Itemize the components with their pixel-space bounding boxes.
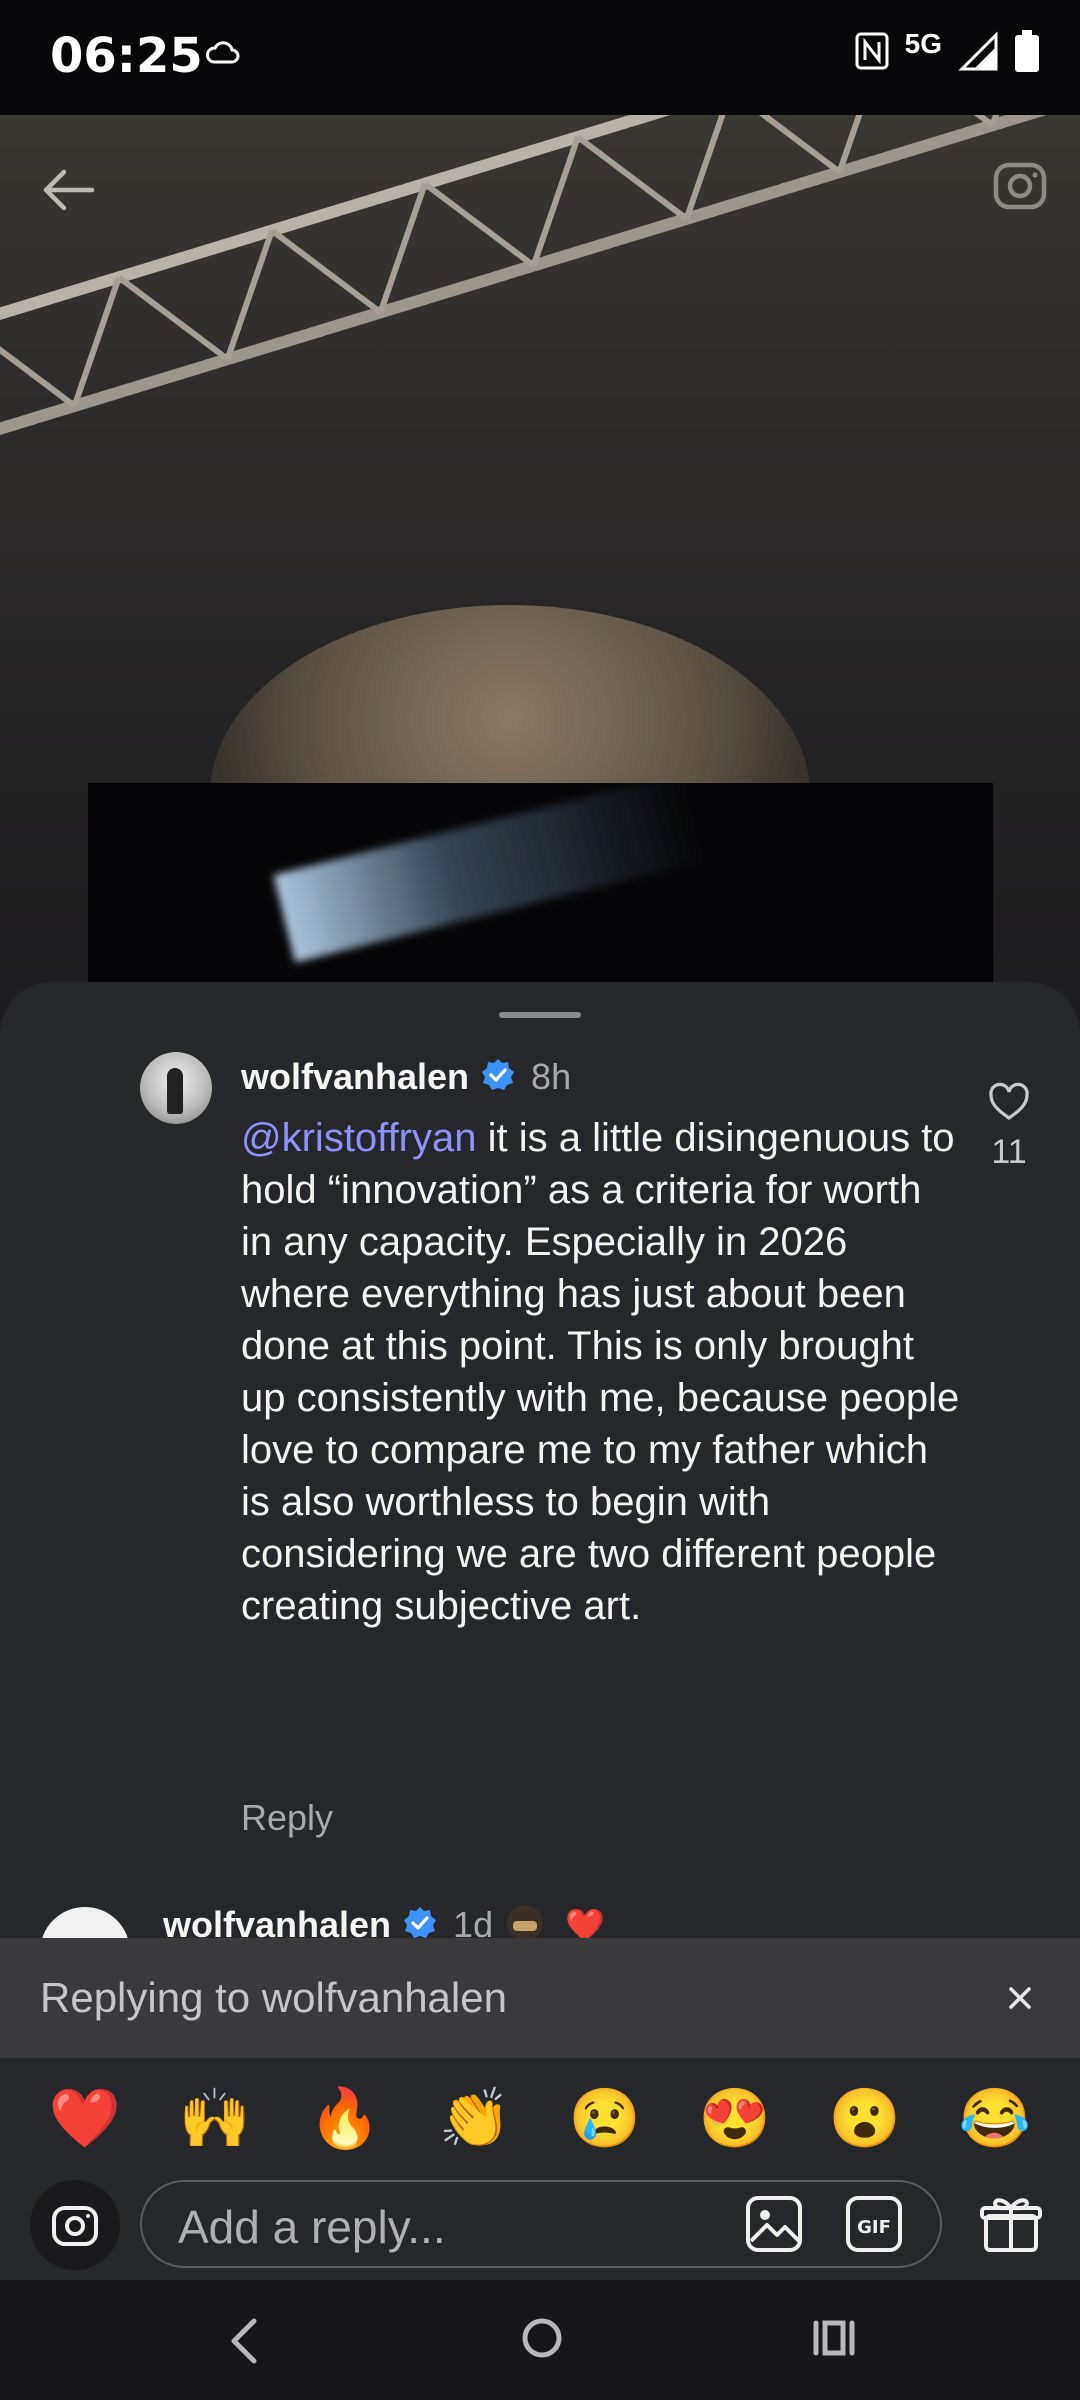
signal-icon [958, 31, 998, 76]
reply-button[interactable]: Reply [241, 1797, 333, 1839]
nav-back-icon[interactable] [220, 2313, 270, 2369]
image-icon[interactable] [743, 2193, 805, 2255]
close-icon[interactable] [990, 1968, 1050, 2028]
back-arrow-icon[interactable] [38, 160, 98, 220]
gif-button[interactable]: GIF [843, 2193, 905, 2255]
nav-home-icon[interactable] [512, 2308, 572, 2368]
stage-light-beam [273, 783, 703, 963]
network-type: 5G [904, 27, 942, 59]
cloud-icon [205, 38, 241, 73]
like-count: 11 [991, 1133, 1027, 1171]
emoji-heart-eyes[interactable]: 😍 [690, 2085, 780, 2153]
reply-input[interactable]: Add a reply... [140, 2180, 942, 2268]
battery-icon [1014, 30, 1040, 77]
nav-recents-icon[interactable] [810, 2313, 860, 2363]
comment-time: 8h [531, 1056, 572, 1097]
comment-text: @kristoffryan it is a little disingenuou… [241, 1112, 961, 1632]
gift-icon[interactable] [976, 2190, 1046, 2260]
avatar[interactable] [140, 1052, 212, 1124]
status-bar: 06:25 5G [0, 0, 1080, 115]
camera-icon[interactable] [50, 2200, 100, 2255]
emoji-clap[interactable]: 👏 [430, 2085, 520, 2153]
replying-banner: Replying to wolfvanhalen [0, 1938, 1080, 2058]
comment-username[interactable]: wolfvanhalen [241, 1056, 469, 1098]
emoji-crying[interactable]: 😢 [560, 2085, 650, 2153]
stage-truss-image [0, 115, 1080, 436]
comment-body: it is a little disingenuous to hold “inn… [241, 1116, 960, 1628]
emoji-surprised[interactable]: 😮 [820, 2085, 910, 2153]
comment-header: wolfvanhalen 8h [241, 1052, 571, 1102]
quick-emoji-bar: ❤️ 🙌 🔥 👏 😢 😍 😮 😂 [0, 2058, 1080, 2180]
nfc-icon [855, 32, 889, 75]
like-button[interactable]: 11 [984, 1082, 1034, 1172]
camera-icon[interactable] [990, 155, 1050, 215]
heart-icon[interactable] [988, 1082, 1030, 1126]
gif-label: GIF [857, 2217, 891, 2238]
emoji-heart[interactable]: ❤️ [40, 2085, 130, 2153]
emoji-laughing[interactable]: 😂 [950, 2085, 1040, 2153]
camera-button[interactable] [30, 2180, 120, 2270]
status-time: 06:25 [50, 28, 203, 84]
emoji-fire[interactable]: 🔥 [300, 2085, 390, 2153]
drag-handle[interactable] [499, 1012, 581, 1018]
mention-link[interactable]: @kristoffryan [241, 1116, 477, 1160]
story-media [0, 115, 1080, 1035]
replying-text: Replying to wolfvanhalen [40, 1974, 507, 2021]
emoji-raised-hands[interactable]: 🙌 [170, 2085, 260, 2153]
reply-placeholder: Add a reply... [178, 2201, 446, 2253]
verified-badge-icon [481, 1058, 515, 1097]
